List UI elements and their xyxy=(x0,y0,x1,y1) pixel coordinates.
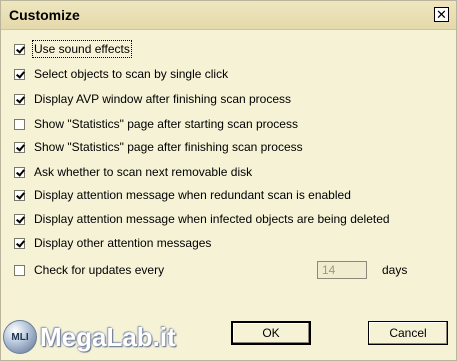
option-label: Display AVP window after finishing scan … xyxy=(34,92,292,106)
close-button[interactable]: ✕ xyxy=(434,7,449,22)
checkbox-redundant-scan-message[interactable] xyxy=(14,189,25,201)
watermark-orb-icon: MLI xyxy=(3,320,37,354)
checkbox-use-sound-effects[interactable] xyxy=(14,43,25,55)
option-redundant-scan-message[interactable]: Display attention message when redundant… xyxy=(14,187,351,203)
option-single-click-select[interactable]: Select objects to scan by single click xyxy=(14,66,228,82)
checkbox-check-updates[interactable] xyxy=(14,264,25,276)
option-label: Ask whether to scan next removable disk xyxy=(34,165,253,179)
checkbox-scan-next-removable[interactable] xyxy=(14,166,25,178)
option-check-updates[interactable]: Check for updates every xyxy=(14,262,164,278)
option-label: Show "Statistics" page after starting sc… xyxy=(34,117,298,131)
checkbox-other-attention-messages[interactable] xyxy=(14,237,25,249)
option-label: Show "Statistics" page after finishing s… xyxy=(34,140,303,154)
close-icon: ✕ xyxy=(436,7,447,22)
checkbox-single-click-select[interactable] xyxy=(14,68,25,80)
option-use-sound-effects[interactable]: Use sound effects xyxy=(14,40,132,58)
checkbox-stats-after-starting[interactable] xyxy=(14,118,25,130)
watermark-logo: MLI MegaLab.it xyxy=(3,317,176,357)
option-label: Display attention message when redundant… xyxy=(34,188,351,202)
option-label: Select objects to scan by single click xyxy=(34,67,229,81)
ok-button[interactable]: OK xyxy=(231,321,311,345)
option-infected-deleted-message[interactable]: Display attention message when infected … xyxy=(14,211,390,227)
watermark-text: MegaLab.it xyxy=(40,321,176,352)
option-label: Display other attention messages xyxy=(34,236,212,250)
option-label: Display attention message when infected … xyxy=(34,212,390,226)
update-days-input[interactable]: 14 xyxy=(317,261,367,279)
option-stats-after-finishing[interactable]: Show "Statistics" page after finishing s… xyxy=(14,139,303,155)
option-label: Use sound effects xyxy=(32,40,132,58)
window-title: Customize xyxy=(9,7,80,23)
cancel-button[interactable]: Cancel xyxy=(368,321,448,345)
checkbox-display-avp-window[interactable] xyxy=(14,93,25,105)
customize-dialog: Customize ✕ Use sound effects Select obj… xyxy=(0,0,457,361)
option-label: Check for updates every xyxy=(34,263,165,277)
option-other-attention-messages[interactable]: Display other attention messages xyxy=(14,235,211,251)
option-display-avp-window[interactable]: Display AVP window after finishing scan … xyxy=(14,91,291,107)
days-label: days xyxy=(382,263,408,277)
option-stats-after-starting[interactable]: Show "Statistics" page after starting sc… xyxy=(14,116,298,132)
title-bar[interactable]: Customize ✕ xyxy=(1,1,456,30)
checkbox-stats-after-finishing[interactable] xyxy=(14,141,25,153)
checkbox-infected-deleted-message[interactable] xyxy=(14,213,25,225)
option-scan-next-removable[interactable]: Ask whether to scan next removable disk xyxy=(14,164,252,180)
